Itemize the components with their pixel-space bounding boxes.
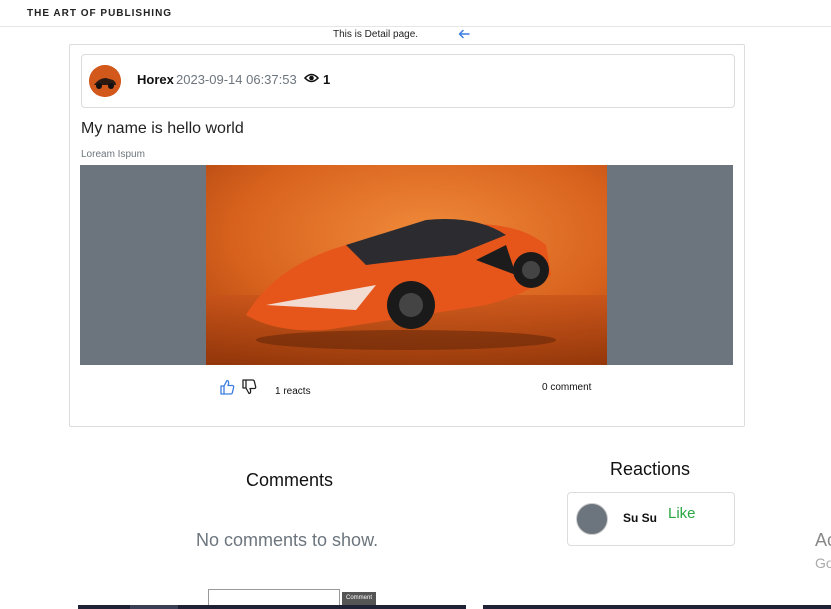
detail-header: This is Detail page.	[0, 28, 831, 42]
avatar-image	[89, 65, 121, 97]
reaction-user-avatar	[576, 503, 608, 535]
ad-subtext: Go	[815, 555, 831, 571]
ad-text: Ac	[815, 530, 831, 550]
detail-page-text: This is Detail page.	[333, 29, 419, 40]
site-tagline: THE ART OF PUBLISHING	[27, 8, 173, 19]
post-image	[206, 165, 607, 365]
post-image-container	[80, 165, 733, 365]
author-name[interactable]: Horex	[137, 72, 174, 87]
post-card: Horex 2023-09-14 06:37:53 1 My name is h…	[69, 44, 745, 427]
reaction-user-name[interactable]: Su Su	[623, 511, 657, 525]
footer-bar-right	[483, 605, 831, 609]
comment-submit-button[interactable]: Comment	[342, 592, 376, 605]
view-count: 1	[323, 72, 331, 87]
post-date: 2023-09-14 06:37:53	[176, 72, 297, 87]
reaction-type: Like	[668, 505, 696, 522]
no-comments-message: No comments to show.	[196, 530, 379, 550]
footer-bar-left	[78, 605, 466, 609]
site-logo[interactable]	[26, 0, 82, 4]
reacts-count: 1 reacts	[275, 386, 311, 397]
reaction-item: Su Su Like	[567, 492, 735, 546]
comment-count: 0 comment	[542, 382, 592, 393]
footer-bar-segment	[130, 605, 178, 609]
back-arrow-icon[interactable]	[457, 28, 471, 40]
reactions-heading: Reactions	[610, 459, 691, 479]
author-box: Horex 2023-09-14 06:37:53 1	[81, 54, 735, 108]
top-navbar: THE ART OF PUBLISHING	[0, 0, 831, 27]
thumbs-up-icon[interactable]	[219, 379, 235, 395]
author-avatar[interactable]	[89, 65, 121, 97]
thumbs-down-icon[interactable]	[241, 379, 257, 395]
comments-heading: Comments	[246, 470, 334, 490]
eye-icon	[304, 73, 319, 83]
post-title: My name is hello world	[81, 120, 244, 137]
post-subtitle: Loream Ispum	[81, 149, 145, 160]
